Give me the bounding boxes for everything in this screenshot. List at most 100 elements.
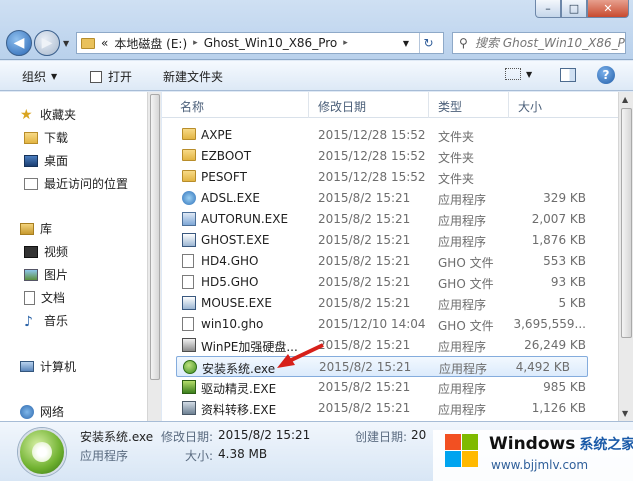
file-row[interactable]: HD4.GHO 2015/8/2 15:21 GHO 文件 553 KB [162,251,618,272]
breadcrumb-drive[interactable]: 本地磁盘 (E:) [114,35,187,52]
file-type: GHO 文件 [438,277,494,291]
command-bar: 组织 ▼ 打开 新建文件夹 ▼ ? [0,61,633,91]
scrollbar-thumb[interactable] [150,94,160,380]
file-name: PESOFT [201,170,247,184]
nav-libraries-label: 库 [40,222,53,236]
file-list-scrollbar[interactable]: ▲ ▼ [618,92,633,421]
file-size: 2,007 KB [531,212,586,226]
file-row[interactable]: EZBOOT 2015/12/28 15:52 文件夹 [162,146,618,167]
file-row[interactable]: WinPE加强硬盘... 2015/8/2 15:21 应用程序 26,249 KB [162,335,618,356]
ghost-icon [182,296,196,310]
title-bar: – □ ✕ ◀ ▶ ▼ « 本地磁盘 (E:) ▸ Ghost_Win10_X8… [0,0,633,60]
scrollbar-thumb[interactable] [621,108,632,338]
nav-favorites-label: 收藏夹 [40,108,77,122]
new-folder-button[interactable]: 新建文件夹 [163,68,223,85]
nav-item-documents[interactable]: 文档 [24,289,65,306]
minimize-button[interactable]: – [535,0,561,18]
recent-pages-dropdown[interactable]: ▼ [63,39,69,48]
address-overflow[interactable]: « [101,36,108,50]
file-row[interactable]: 资料转移.EXE 2015/8/2 15:21 应用程序 1,126 KB [162,398,618,419]
file-name: ADSL.EXE [201,191,260,205]
help-icon: ? [597,66,615,84]
file-date: 2015/12/10 14:04 [318,317,426,331]
address-dropdown[interactable]: ▼ [403,39,409,48]
breadcrumb-folder[interactable]: Ghost_Win10_X86_Pro [204,36,338,50]
file-row[interactable]: PESOFT 2015/12/28 15:52 文件夹 [162,167,618,188]
file-row[interactable]: ADSL.EXE 2015/8/2 15:21 应用程序 329 KB [162,188,618,209]
nav-favorites[interactable]: ★ 收藏夹 [20,106,76,123]
file-row[interactable]: 驱动精灵.EXE 2015/8/2 15:21 应用程序 985 KB [162,377,618,398]
music-icon: ♪ [24,313,33,330]
file-date: 2015/8/2 15:21 [318,296,411,310]
file-row[interactable]: AUTORUN.EXE 2015/8/2 15:21 应用程序 2,007 KB [162,209,618,230]
file-date: 2015/12/28 15:52 [318,128,426,142]
address-bar[interactable]: « 本地磁盘 (E:) ▸ Ghost_Win10_X86_Pro ▸ ▼ ↻ [76,32,444,54]
file-date: 2015/8/2 15:21 [318,380,411,394]
file-date: 2015/8/2 15:21 [318,254,411,268]
file-name: AXPE [201,128,233,142]
search-input[interactable] [475,36,625,50]
column-header-date[interactable]: 修改日期 [318,98,366,115]
details-modified-value: 2015/8/2 15:21 [218,428,311,442]
column-divider[interactable] [428,92,429,118]
file-date: 2015/12/28 15:52 [318,149,426,163]
file-size: 329 KB [543,191,586,205]
file-name: AUTORUN.EXE [201,212,289,226]
breadcrumb-separator[interactable]: ▸ [343,38,348,48]
organize-label: 组织 [22,70,47,84]
close-button[interactable]: ✕ [587,0,629,18]
column-divider[interactable] [308,92,309,118]
recent-places-icon [24,177,38,190]
arrow-left-icon: ◀ [13,35,25,51]
file-name: 驱动精灵.EXE [201,382,277,396]
forward-button[interactable]: ▶ [34,30,60,56]
details-created-value: 20 [411,428,427,442]
file-name: EZBOOT [201,149,252,163]
nav-item-label: 文档 [41,291,66,305]
nav-network[interactable]: 网络 [20,403,64,420]
refresh-icon: ↻ [423,36,434,50]
details-size-value: 4.38 MB [218,447,268,461]
refresh-button[interactable]: ↻ [419,33,443,53]
nav-item-desktop[interactable]: 桌面 [24,152,68,169]
column-header-name[interactable]: 名称 [180,98,204,115]
preview-pane-button[interactable] [560,68,576,82]
nav-item-pictures[interactable]: 图片 [24,266,68,283]
logo-blue-pane [445,451,461,467]
scroll-down-icon[interactable]: ▼ [622,409,628,418]
nav-libraries[interactable]: 库 [20,220,52,237]
nav-network-label: 网络 [40,405,65,419]
file-row[interactable]: HD5.GHO 2015/8/2 15:21 GHO 文件 93 KB [162,272,618,293]
breadcrumb-separator[interactable]: ▸ [193,38,198,48]
nav-item-recent[interactable]: 最近访问的位置 [24,175,128,192]
column-header-size[interactable]: 大小 [518,98,542,115]
scroll-up-icon[interactable]: ▲ [622,95,628,104]
search-box[interactable]: ⚲ [452,32,626,54]
setup-icon [18,428,66,476]
back-button[interactable]: ◀ [6,30,32,56]
file-row[interactable]: MOUSE.EXE 2015/8/2 15:21 应用程序 5 KB [162,293,618,314]
nav-item-downloads[interactable]: 下载 [24,129,68,146]
open-button[interactable]: 打开 [90,68,132,85]
change-view-button[interactable]: ▼ [505,68,532,80]
column-divider[interactable] [508,92,509,118]
nav-item-videos[interactable]: 视频 [24,243,68,260]
red-arrow-annotation [277,343,324,368]
organize-button[interactable]: 组织 ▼ [22,68,57,85]
file-row[interactable]: GHOST.EXE 2015/8/2 15:21 应用程序 1,876 KB [162,230,618,251]
watermark-title: Windows 系统之家 [489,434,633,454]
logo-yellow-pane [462,451,478,467]
nav-computer[interactable]: 计算机 [20,358,76,375]
column-header-type[interactable]: 类型 [438,98,462,115]
maximize-button[interactable]: □ [561,0,587,18]
nav-item-music[interactable]: ♪ 音乐 [24,312,68,330]
watermark-url: www.bjjmlv.com [491,458,589,472]
file-row[interactable]: AXPE 2015/12/28 15:52 文件夹 [162,125,618,146]
help-button[interactable]: ? [597,66,615,84]
folder-icon [182,170,196,182]
windows-logo-icon [445,434,479,468]
file-name: 安装系统.exe [202,362,276,376]
file-row-selected[interactable]: 安装系统.exe 2015/8/2 15:21 应用程序 4,492 KB [176,356,588,377]
nav-pane-scrollbar[interactable] [147,92,161,421]
file-row[interactable]: win10.gho 2015/12/10 14:04 GHO 文件 3,695,559… [162,314,618,335]
